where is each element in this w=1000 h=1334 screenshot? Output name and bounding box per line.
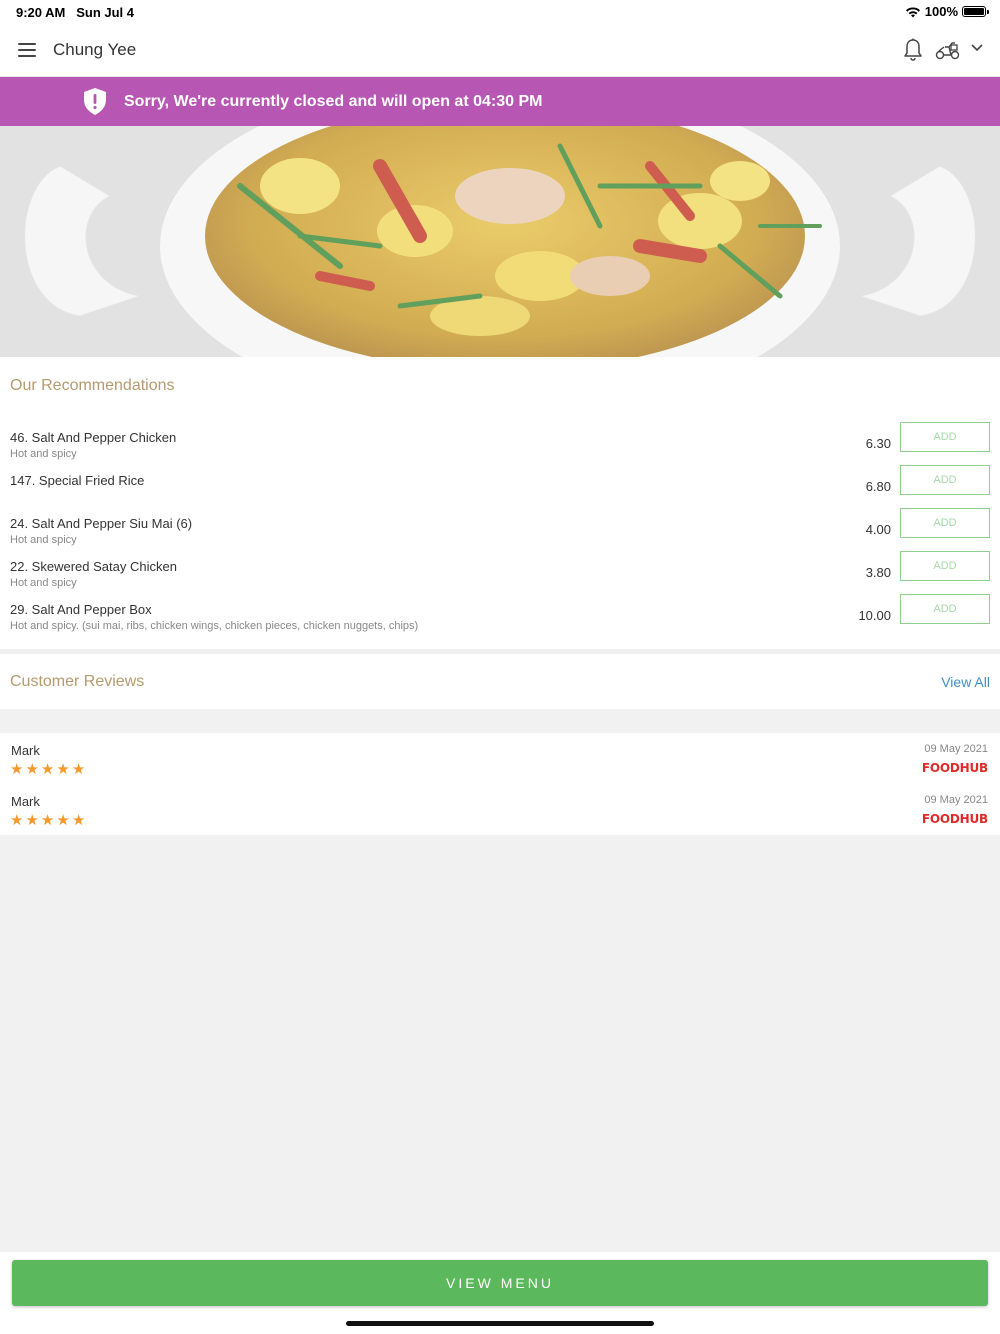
item-name: 147. Special Fried Rice	[10, 473, 145, 488]
add-button[interactable]: ADD	[900, 551, 990, 581]
reviews-list: Mark ★ ★ ★ ★ ★ 09 May 2021 FOODHUB Mark …	[0, 733, 1000, 835]
add-button[interactable]: ADD	[900, 594, 990, 624]
item-price: 6.80	[865, 479, 891, 494]
item-description: Hot and spicy	[10, 577, 77, 589]
bell-icon[interactable]	[902, 38, 924, 62]
foodhub-logo: FOODHUB	[921, 761, 988, 775]
delivery-icon[interactable]	[935, 40, 961, 60]
status-time: 9:20 AM Sun Jul 4	[16, 5, 135, 20]
nav-bar: Chung Yee	[0, 24, 1000, 77]
star-icon: ★	[10, 761, 24, 778]
status-bar: 9:20 AM Sun Jul 4 100%	[0, 0, 1000, 24]
item-price: 3.80	[865, 565, 891, 580]
battery-icon	[962, 6, 989, 17]
view-all-link[interactable]: View All	[941, 674, 990, 690]
add-button[interactable]: ADD	[900, 422, 990, 452]
star-icon: ★	[10, 812, 24, 829]
star-rating: ★ ★ ★ ★ ★	[10, 762, 85, 777]
recommendation-item: 147. Special Fried Rice 6.80 ADD	[0, 465, 1000, 513]
review-item: Mark ★ ★ ★ ★ ★ 09 May 2021 FOODHUB	[0, 784, 1000, 829]
item-description: Hot and spicy	[10, 448, 77, 460]
star-icon: ★	[71, 812, 86, 829]
item-description: Hot and spicy	[10, 534, 77, 546]
item-name: 24. Salt And Pepper Siu Mai (6)	[10, 516, 193, 531]
restaurant-name: Chung Yee	[53, 40, 137, 59]
star-icon: ★	[40, 761, 55, 778]
star-icon: ★	[71, 761, 86, 778]
item-name: 29. Salt And Pepper Box	[10, 602, 152, 617]
foodhub-logo: FOODHUB	[921, 812, 988, 826]
recommendation-item: 29. Salt And Pepper Box Hot and spicy. (…	[0, 594, 1000, 642]
menu-icon[interactable]	[18, 43, 36, 57]
reviews-header: Customer Reviews View All	[0, 654, 1000, 709]
star-icon: ★	[56, 812, 70, 829]
reviews-title: Customer Reviews	[10, 673, 145, 690]
closed-message: Sorry, We're currently closed and will o…	[124, 93, 543, 110]
review-date: 09 May 2021	[924, 794, 988, 806]
item-price: 4.00	[865, 522, 891, 537]
star-rating: ★ ★ ★ ★ ★	[10, 813, 85, 828]
reviewer-name: Mark	[11, 743, 40, 758]
add-button[interactable]: ADD	[900, 508, 990, 538]
add-button[interactable]: ADD	[900, 465, 990, 495]
wifi-icon	[905, 6, 920, 17]
review-item: Mark ★ ★ ★ ★ ★ 09 May 2021 FOODHUB	[0, 733, 1000, 778]
recommendation-item: 22. Skewered Satay Chicken Hot and spicy…	[0, 551, 1000, 599]
battery-percent: 100%	[924, 4, 958, 19]
home-indicator	[346, 1321, 654, 1326]
star-icon: ★	[40, 812, 55, 829]
closed-banner: Sorry, We're currently closed and will o…	[0, 77, 1000, 126]
item-description: Hot and spicy. (sui mai, ribs, chicken w…	[10, 620, 419, 632]
shield-alert-icon	[84, 88, 106, 115]
reviewer-name: Mark	[11, 794, 40, 809]
recommendations-section: Our Recommendations 46. Salt And Pepper …	[0, 357, 1000, 649]
view-menu-button[interactable]: VIEW MENU	[12, 1260, 988, 1306]
item-price: 10.00	[858, 608, 891, 623]
item-name: 22. Skewered Satay Chicken	[10, 559, 177, 574]
recommendation-item: 24. Salt And Pepper Siu Mai (6) Hot and …	[0, 508, 1000, 556]
recommendation-item: 46. Salt And Pepper Chicken Hot and spic…	[0, 422, 1000, 470]
item-price: 6.30	[865, 436, 891, 451]
hero-image	[0, 126, 1000, 357]
item-name: 46. Salt And Pepper Chicken	[10, 430, 177, 445]
star-icon: ★	[25, 812, 39, 829]
star-icon: ★	[25, 761, 39, 778]
recommendations-title: Our Recommendations	[10, 377, 175, 394]
review-date: 09 May 2021	[924, 743, 988, 755]
chevron-down-icon[interactable]	[970, 43, 984, 53]
status-indicators: 100%	[905, 4, 989, 19]
star-icon: ★	[56, 761, 70, 778]
